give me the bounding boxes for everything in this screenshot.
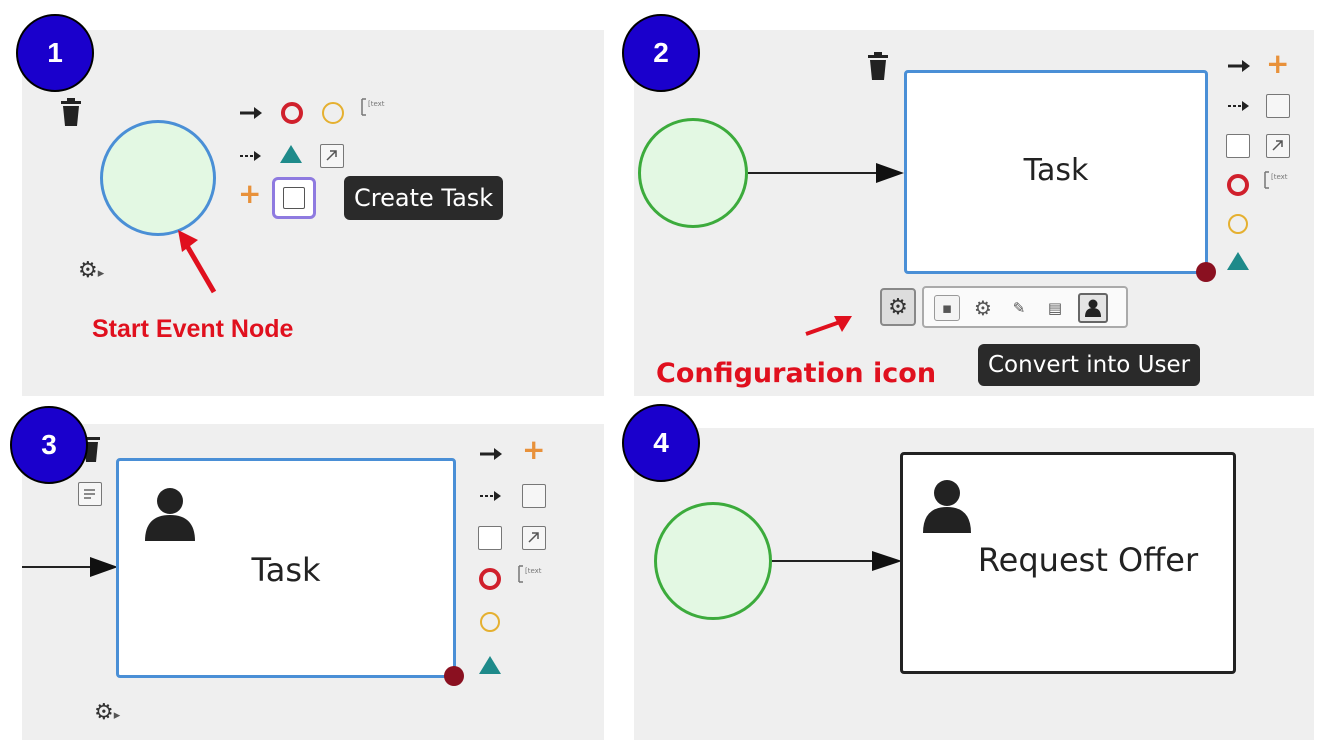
add-node-icon[interactable]: +	[522, 436, 545, 464]
step-badge-3: 3	[10, 406, 88, 484]
resize-handle[interactable]	[1196, 262, 1216, 282]
task-label: Task	[251, 551, 321, 589]
business-rule-icon[interactable]: ▤	[1042, 295, 1068, 321]
sequence-flow-icon[interactable]	[1226, 58, 1252, 74]
end-event-icon[interactable]	[479, 568, 501, 590]
configuration-icon[interactable]: ⚙▸	[78, 260, 104, 282]
task-node[interactable]: Task	[904, 70, 1208, 274]
text-annotation-icon[interactable]: [text	[516, 564, 548, 586]
panel-step-2: Task + [text ⚙ ▪ ⚙ ✎ ▤ Configuration ico…	[634, 30, 1314, 396]
user-task-icon[interactable]	[1078, 293, 1108, 323]
gateway-icon[interactable]	[280, 145, 302, 163]
service-task-icon[interactable]: ⚙	[970, 295, 996, 321]
start-event-node[interactable]	[654, 502, 772, 620]
task-label: Request Offer	[977, 541, 1199, 579]
message-flow-icon[interactable]	[478, 488, 504, 504]
sequence-flow-icon[interactable]	[478, 446, 504, 462]
start-event-node[interactable]	[638, 118, 748, 228]
sequence-flow-icon[interactable]	[238, 105, 264, 121]
sequence-flow	[22, 557, 118, 577]
task-label: Task	[1023, 153, 1089, 188]
annotation-start-event-node: Start Event Node	[92, 315, 294, 343]
panel-step-1: [text + Create Task Start Event Node ⚙▸	[22, 30, 604, 396]
sequence-flow	[748, 163, 904, 183]
user-task-node[interactable]: Request Offer	[900, 452, 1236, 674]
subprocess-icon[interactable]	[320, 144, 344, 168]
configuration-icon[interactable]: ⚙	[880, 288, 916, 326]
end-event-icon[interactable]	[1227, 174, 1249, 196]
panel-step-3: Task + [text ⚙▸	[22, 424, 604, 740]
task-icon[interactable]	[478, 526, 502, 550]
step-badge-4: 4	[622, 404, 700, 482]
documentation-icon[interactable]	[78, 482, 102, 506]
create-task-button[interactable]	[272, 177, 316, 219]
delete-icon[interactable]	[59, 98, 83, 128]
task-icon[interactable]	[1226, 134, 1250, 158]
add-node-icon[interactable]: +	[1266, 50, 1289, 78]
annotation-arrow	[805, 316, 852, 336]
message-flow-icon[interactable]	[238, 148, 264, 164]
step-badge-2: 2	[622, 14, 700, 92]
start-event-node[interactable]	[100, 120, 216, 236]
gateway-icon[interactable]	[1227, 252, 1249, 270]
svg-text:[text: [text	[525, 567, 542, 575]
step-badge-1: 1	[16, 14, 94, 92]
timer-event-icon[interactable]	[322, 102, 344, 124]
add-node-icon[interactable]: +	[238, 180, 261, 208]
task-icon	[283, 187, 305, 209]
configuration-icon[interactable]: ⚙▸	[94, 702, 120, 724]
message-flow-icon[interactable]	[1226, 98, 1252, 114]
annotation-configuration-icon: Configuration icon	[656, 358, 937, 389]
resize-handle[interactable]	[444, 666, 464, 686]
svg-text:[text: [text	[368, 100, 385, 108]
timer-event-icon[interactable]	[1228, 214, 1248, 234]
tooltip-convert-into-user: Convert into User	[978, 344, 1201, 386]
subprocess-icon[interactable]	[522, 526, 546, 550]
timer-event-icon[interactable]	[480, 612, 500, 632]
end-event-icon[interactable]	[281, 102, 303, 124]
data-input-icon[interactable]	[1266, 94, 1290, 118]
tooltip-create-task: Create Task	[344, 176, 504, 220]
user-icon	[145, 488, 195, 541]
subprocess-icon[interactable]	[1266, 134, 1290, 158]
delete-icon[interactable]	[866, 52, 890, 82]
svg-text:[text: [text	[1271, 173, 1288, 181]
script-task-icon[interactable]: ✎	[1006, 295, 1032, 321]
data-input-icon[interactable]: ▪	[934, 295, 960, 321]
user-icon	[923, 480, 971, 533]
annotation-arrow	[178, 230, 217, 294]
sequence-flow	[772, 551, 902, 571]
task-type-toolbar: ▪ ⚙ ✎ ▤	[922, 286, 1128, 328]
text-annotation-icon[interactable]: [text	[1262, 170, 1294, 192]
text-annotation-icon[interactable]: [text	[359, 97, 391, 119]
user-task-node[interactable]: Task	[116, 458, 456, 678]
data-input-icon[interactable]	[522, 484, 546, 508]
gateway-icon[interactable]	[479, 656, 501, 674]
panel-step-4: Request Offer	[634, 428, 1314, 740]
